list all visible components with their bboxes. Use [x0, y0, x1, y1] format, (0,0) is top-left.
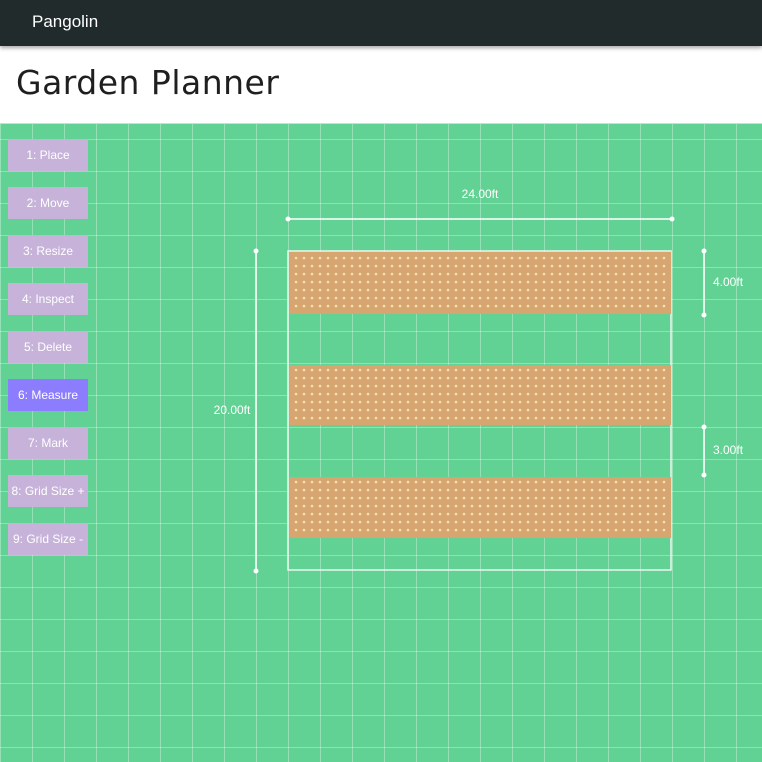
bed-seed-pattern: [294, 480, 666, 534]
title-bar: Garden Planner: [0, 46, 762, 124]
tool-move-button[interactable]: 2: Move: [8, 187, 88, 219]
tool-mark-button[interactable]: 7: Mark: [8, 427, 88, 459]
tool-measure-button[interactable]: 6: Measure: [8, 379, 88, 411]
dimension-endpoint[interactable]: [285, 216, 291, 222]
path-gap-label: 3.00ft: [713, 443, 744, 457]
top-navbar: Pangolin: [0, 0, 762, 46]
dimension-endpoint[interactable]: [701, 248, 707, 254]
garden-drawing[interactable]: 24.00ft 20.00ft 4.00ft 3.00ft: [0, 124, 762, 762]
tool-resize-button[interactable]: 3: Resize: [8, 235, 88, 267]
dimension-endpoint[interactable]: [701, 472, 707, 478]
garden-canvas[interactable]: 24.00ft 20.00ft 4.00ft 3.00ft 1: Place 2…: [0, 124, 762, 762]
dimension-endpoint[interactable]: [701, 424, 707, 430]
height-dimension[interactable]: 20.00ft: [214, 248, 259, 574]
path-gap-dimension[interactable]: 3.00ft: [701, 424, 744, 478]
bed-depth-dimension[interactable]: 4.00ft: [701, 248, 744, 318]
dimension-endpoint[interactable]: [669, 216, 675, 222]
garden-bed[interactable]: [289, 252, 671, 314]
tool-place-button[interactable]: 1: Place: [8, 139, 88, 171]
tool-grid-size-decrease-button[interactable]: 9: Grid Size -: [8, 523, 88, 555]
brand-name[interactable]: Pangolin: [32, 12, 98, 32]
dimension-endpoint[interactable]: [253, 248, 259, 254]
tool-delete-button[interactable]: 5: Delete: [8, 331, 88, 363]
bed-seed-pattern: [294, 368, 666, 422]
height-dimension-label: 20.00ft: [214, 403, 251, 417]
tool-inspect-button[interactable]: 4: Inspect: [8, 283, 88, 315]
dimension-endpoint[interactable]: [253, 568, 259, 574]
dimension-endpoint[interactable]: [701, 312, 707, 318]
bed-depth-label: 4.00ft: [713, 275, 744, 289]
tool-grid-size-increase-button[interactable]: 8: Grid Size +: [8, 475, 88, 507]
bed-seed-pattern: [294, 256, 666, 310]
page-title: Garden Planner: [16, 63, 280, 102]
tool-palette: 1: Place 2: Move 3: Resize 4: Inspect 5:…: [8, 139, 88, 571]
garden-bed[interactable]: [289, 365, 671, 425]
width-dimension[interactable]: 24.00ft: [285, 187, 675, 222]
width-dimension-label: 24.00ft: [462, 187, 499, 201]
garden-bed[interactable]: [289, 477, 671, 538]
